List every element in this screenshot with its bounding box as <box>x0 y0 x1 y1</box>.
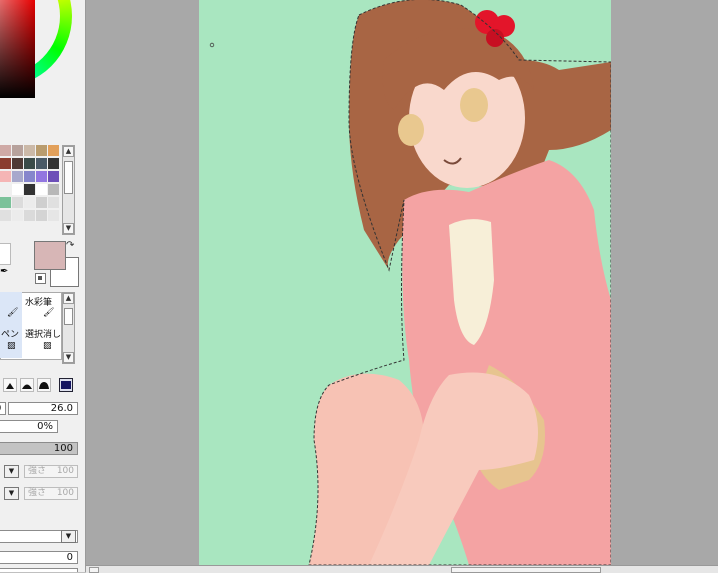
color-swatch[interactable] <box>0 158 11 169</box>
brush-shape-selector <box>3 377 78 394</box>
color-swatches <box>0 145 60 235</box>
color-swatch[interactable] <box>24 210 35 221</box>
tools-scroll-thumb[interactable] <box>64 308 73 325</box>
color-swatch[interactable] <box>36 184 47 195</box>
tool-eraser-label[interactable]: 選択消し <box>25 327 61 340</box>
color-swatch[interactable] <box>36 158 47 169</box>
swatches-scrollbar[interactable]: ▲ ▼ <box>62 145 75 235</box>
tool-panel: ▲ ▼ ✒ ↷ 水彩筆 🖌 🖌 ペン 選択消し ▨ ▨ ▲ ▼ 26.0 0% … <box>0 0 86 572</box>
color-swatch[interactable] <box>12 210 23 221</box>
blend-mode-dropdown-button-2[interactable]: ▼ <box>4 487 19 500</box>
primary-color-box[interactable] <box>34 241 66 270</box>
color-swatch[interactable] <box>36 171 47 182</box>
strength-label-2: 強さ <box>28 488 47 498</box>
color-swatch[interactable] <box>0 184 11 195</box>
color-swatch[interactable] <box>12 158 23 169</box>
reset-colors-icon[interactable] <box>35 273 46 284</box>
tools-scroll-up-button[interactable]: ▲ <box>63 293 74 304</box>
swatches-scroll-up-button[interactable]: ▲ <box>63 146 74 157</box>
strength-value-1: 100 <box>56 466 74 476</box>
tool-pattern-icon: ▨ <box>7 341 16 351</box>
color-swatch[interactable] <box>24 158 35 169</box>
texture-select[interactable]: ▼ <box>0 530 78 543</box>
illustration <box>209 0 611 565</box>
strength-label-1: 強さ <box>28 466 47 476</box>
tool-watercolor-label[interactable]: 水彩筆 <box>25 295 52 308</box>
min-size-field[interactable]: 0% <box>0 420 58 433</box>
tools-scrollbar[interactable]: ▲ ▼ <box>62 292 75 364</box>
color-swatch[interactable] <box>0 171 11 182</box>
color-swatch[interactable] <box>36 197 47 208</box>
eyedropper-icon[interactable]: ✒ <box>0 266 8 277</box>
color-swatch[interactable] <box>12 145 23 156</box>
density-slider[interactable]: 100 <box>0 442 78 455</box>
tool-pen-label[interactable]: ペン <box>1 327 19 340</box>
brush-shape-option[interactable] <box>3 378 17 392</box>
color-swatch[interactable] <box>48 210 59 221</box>
panel-bottom-field[interactable] <box>0 568 78 572</box>
color-swatch[interactable] <box>24 197 35 208</box>
tools-scroll-down-button[interactable]: ▼ <box>63 352 74 363</box>
chevron-down-icon[interactable]: ▼ <box>61 530 76 543</box>
color-preview-left <box>0 243 11 265</box>
color-swatch[interactable] <box>48 184 59 195</box>
strength-field-2: 強さ 100 <box>24 487 78 500</box>
strength-value-2: 100 <box>56 488 74 498</box>
swatches-scroll-down-button[interactable]: ▼ <box>63 223 74 234</box>
color-swatch[interactable] <box>12 197 23 208</box>
drawing-canvas[interactable] <box>199 0 611 565</box>
swap-colors-icon[interactable]: ↷ <box>66 240 74 251</box>
tool-palette: 水彩筆 🖌 🖌 ペン 選択消し ▨ ▨ <box>0 292 62 360</box>
color-swatch[interactable] <box>12 184 23 195</box>
brush-size-multiplier[interactable]: 0 <box>0 402 6 415</box>
saturation-value-square[interactable] <box>0 0 35 98</box>
color-swatch[interactable] <box>0 145 11 156</box>
color-swatch[interactable] <box>48 145 59 156</box>
color-swatch[interactable] <box>36 210 47 221</box>
color-swatch[interactable] <box>48 197 59 208</box>
swatches-scroll-thumb[interactable] <box>64 161 73 194</box>
brush-icon: 🖌 <box>7 308 19 318</box>
tool-pattern-icon: ▨ <box>43 341 52 351</box>
color-swatch[interactable] <box>48 158 59 169</box>
blend-mode-dropdown-button-1[interactable]: ▼ <box>4 465 19 478</box>
color-swatch[interactable] <box>24 171 35 182</box>
canvas-area[interactable] <box>86 0 718 565</box>
color-swatch[interactable] <box>48 171 59 182</box>
brush-shape-option-selected[interactable] <box>59 378 73 392</box>
color-swatch[interactable] <box>24 145 35 156</box>
color-swatch[interactable] <box>0 197 11 208</box>
texture-strength-field[interactable]: 0 <box>0 551 78 564</box>
brush-icon: 🖌 <box>43 308 55 318</box>
color-swatch[interactable] <box>36 145 47 156</box>
color-swatch[interactable] <box>24 184 35 195</box>
brush-size-field[interactable]: 26.0 <box>8 402 78 415</box>
color-swatch[interactable] <box>0 210 11 221</box>
canvas-scroll-thumb[interactable] <box>451 567 601 573</box>
strength-field-1: 強さ 100 <box>24 465 78 478</box>
canvas-scroll-left-button[interactable] <box>89 567 99 573</box>
color-swatch[interactable] <box>12 171 23 182</box>
brush-shape-option[interactable] <box>37 378 51 392</box>
brush-shape-option[interactable] <box>20 378 34 392</box>
